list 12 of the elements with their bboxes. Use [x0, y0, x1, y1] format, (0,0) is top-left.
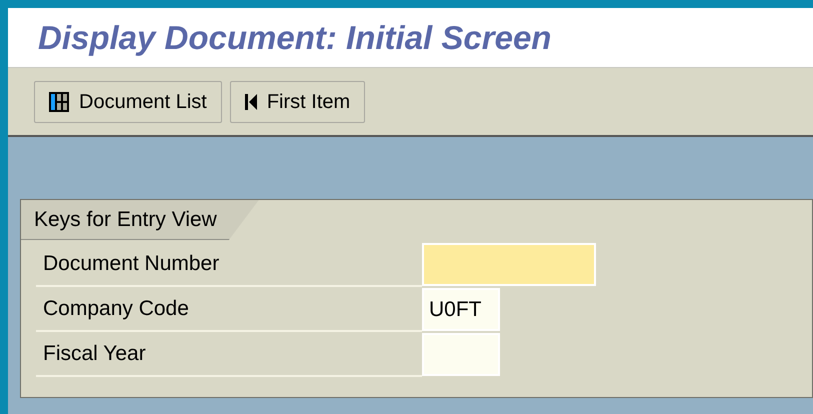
toolbar-button[interactable]: First Item — [230, 80, 366, 122]
skip-back-icon — [244, 94, 257, 110]
grid-icon — [49, 92, 69, 112]
group-title: Keys for Entry View — [21, 200, 259, 240]
window-title: Display Document: Initial Screen — [38, 18, 552, 58]
input-field[interactable] — [422, 333, 500, 376]
field-label: Fiscal Year — [43, 340, 146, 367]
toolbar-button[interactable]: Document List — [34, 80, 222, 122]
input-field[interactable]: U0FT — [422, 288, 500, 331]
field-label: Document Number — [43, 250, 220, 277]
input-field[interactable] — [422, 243, 596, 286]
field-label: Company Code — [43, 296, 189, 322]
